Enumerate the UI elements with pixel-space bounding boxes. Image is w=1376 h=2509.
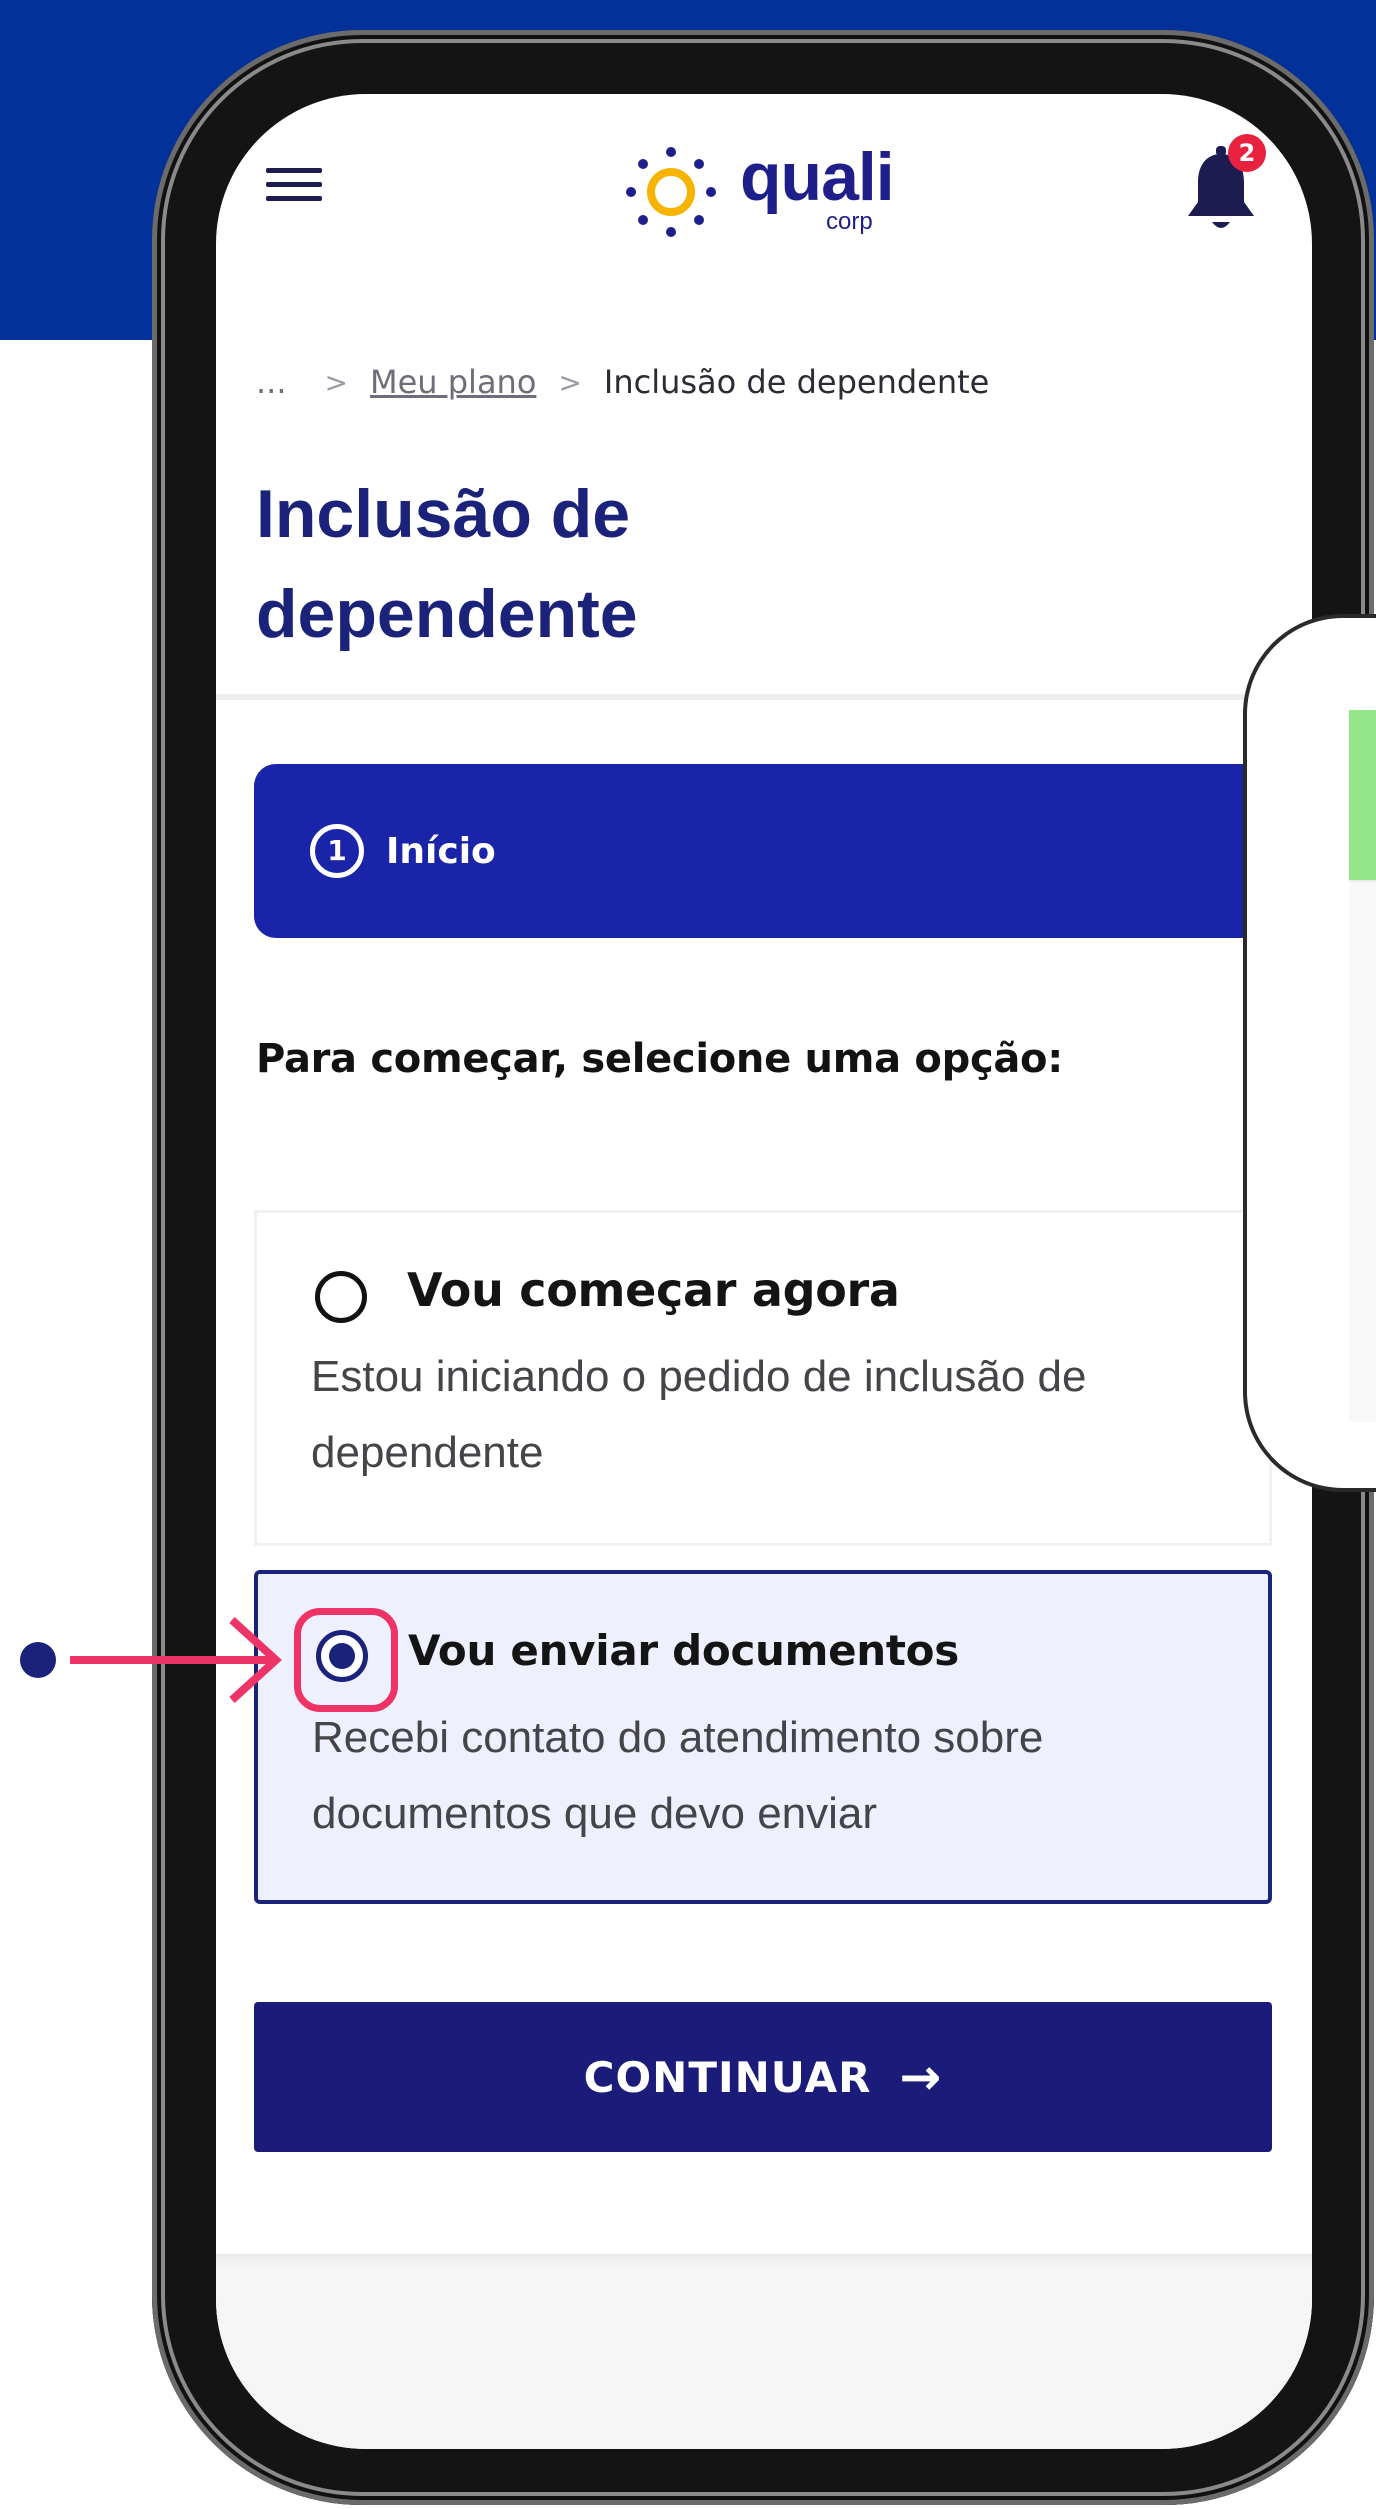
popup-card: [1349, 880, 1376, 1422]
option-start-now[interactable]: Vou começar agora Estou iniciando o pedi…: [254, 1210, 1272, 1546]
page-title: Inclusão de dependente: [256, 476, 638, 652]
breadcrumb-current: Inclusão de dependente: [603, 363, 990, 401]
step-number-icon: 1: [310, 824, 364, 878]
notifications-button[interactable]: 2: [1176, 134, 1266, 244]
arrow-right-icon: →: [899, 2048, 943, 2106]
step-banner: 1 Início: [254, 764, 1312, 938]
phone-screen: quali corp 2 ... > Meu plano > Inclusão …: [216, 94, 1312, 2449]
option-description: Estou iniciando o pedido de inclusão de …: [311, 1352, 1087, 1477]
step-label: Início: [386, 830, 496, 872]
option-title: Vou começar agora: [407, 1263, 900, 1317]
option-title: Vou enviar documentos: [408, 1626, 959, 1675]
breadcrumb: ... > Meu plano > Inclusão de dependente: [256, 362, 989, 402]
background-popup-panel: [1243, 614, 1376, 1492]
notification-count-badge: 2: [1228, 134, 1266, 172]
pointer-arrow-icon: [20, 1617, 282, 1703]
breadcrumb-separator: >: [324, 365, 348, 399]
hamburger-menu-icon[interactable]: [266, 162, 324, 208]
qualicorp-logo: quali corp: [616, 134, 916, 244]
footer-area: [216, 2254, 1312, 2449]
continue-button[interactable]: CONTINUAR →: [254, 2002, 1272, 2152]
popup-green-header: [1349, 710, 1376, 880]
breadcrumb-separator: >: [558, 365, 582, 399]
breadcrumb-ellipsis[interactable]: ...: [256, 363, 287, 401]
option-description: Recebi contato do atendimento sobre docu…: [312, 1713, 1044, 1838]
logo-subtext: corp: [826, 208, 873, 235]
continue-button-label: CONTINUAR: [583, 2052, 872, 2102]
radio-selected-icon[interactable]: [316, 1630, 368, 1682]
logo-wordmark: quali: [740, 139, 895, 215]
option-send-documents[interactable]: Vou enviar documentos Recebi contato do …: [254, 1570, 1272, 1904]
breadcrumb-link-meu-plano[interactable]: Meu plano: [370, 363, 536, 401]
sun-logo-icon: [626, 147, 716, 237]
title-divider: [216, 694, 1312, 700]
radio-unselected-icon[interactable]: [315, 1271, 367, 1323]
selection-prompt: Para começar, selecione uma opção:: [256, 1036, 1063, 1082]
